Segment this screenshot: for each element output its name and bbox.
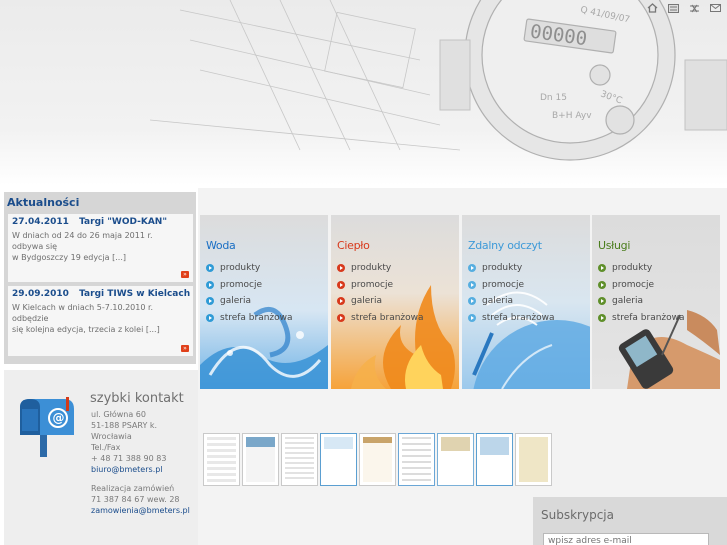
- news-text: W Kielcach w dniach 5-7.10.2010 r.: [12, 303, 154, 312]
- bullet-arrow-icon: [468, 264, 476, 273]
- certificate-thumbnail[interactable]: [203, 433, 240, 486]
- tile-link-strefa[interactable]: strefa branżowa: [598, 310, 685, 327]
- svg-text:@: @: [53, 411, 65, 425]
- tile-link-galeria[interactable]: galeria: [337, 293, 424, 310]
- news-date: 29.09.2010: [12, 289, 69, 299]
- certificate-thumbnail[interactable]: [398, 433, 435, 486]
- tile-title[interactable]: Ciepło: [337, 239, 370, 252]
- bullet-arrow-icon: [468, 297, 476, 306]
- bullet-arrow-icon: [598, 264, 606, 273]
- certificate-thumbnail[interactable]: [281, 433, 318, 486]
- news-item: 29.09.2010 Targi TIWS w Kielcach W Kielc…: [8, 286, 193, 356]
- tile-title[interactable]: Usługi: [598, 239, 630, 252]
- bullet-arrow-icon: [468, 313, 476, 322]
- bullet-arrow-icon: [598, 297, 606, 306]
- certificate-thumbnail[interactable]: [476, 433, 513, 486]
- bullet-arrow-icon: [206, 313, 214, 322]
- contact-details: ul. Główna 60 51-188 PSARY k. Wrocławia …: [91, 409, 190, 516]
- bullet-arrow-icon: [598, 280, 606, 289]
- bullet-arrow-icon: [598, 313, 606, 322]
- news-date: 27.04.2011: [12, 217, 69, 227]
- news-panel: Aktualności 27.04.2011 Targi "WOD-KAN" W…: [4, 192, 196, 364]
- phone-label: Tel./Fax: [91, 443, 121, 452]
- page: 00000 30°C Dn 15 B+H Ayv Q 41/09/07 Aktu…: [0, 0, 727, 545]
- tile-link-strefa[interactable]: strefa branżowa: [337, 310, 424, 327]
- tile-link-produkty[interactable]: produkty: [468, 260, 555, 277]
- mail-icon[interactable]: [709, 3, 721, 13]
- water-meter-illustration: 00000 30°C Dn 15 B+H Ayv Q 41/09/07: [149, 0, 727, 161]
- address-line: Wrocławia: [91, 432, 132, 441]
- bullet-arrow-icon: [337, 264, 345, 273]
- contact-title: szybki kontakt: [90, 391, 184, 406]
- certificate-thumbnail[interactable]: [359, 433, 396, 486]
- news-text: w Bydgoszczy 19 edycja [...]: [12, 253, 126, 262]
- tile-uslugi: Usługi produkty promocje galeria strefa …: [592, 215, 720, 389]
- tile-link-strefa[interactable]: strefa branżowa: [206, 310, 293, 327]
- subscribe-title: Subskrypcja: [541, 508, 614, 522]
- subscribe-email-input[interactable]: [543, 533, 709, 545]
- header-banner: 00000 30°C Dn 15 B+H Ayv Q 41/09/07: [0, 0, 727, 185]
- tile-zdalny-odczyt: Zdalny odczyt produkty promocje galeria …: [462, 215, 590, 389]
- tile-link-strefa[interactable]: strefa branżowa: [468, 310, 555, 327]
- language-icon[interactable]: [688, 3, 700, 13]
- tile-link-galeria[interactable]: galeria: [206, 293, 293, 310]
- certificate-thumbnail[interactable]: [242, 433, 279, 486]
- bullet-arrow-icon: [337, 313, 345, 322]
- tile-link-galeria[interactable]: galeria: [468, 293, 555, 310]
- news-title: Aktualności: [7, 196, 80, 209]
- address-line: ul. Główna 60: [91, 410, 146, 419]
- svg-text:Dn 15: Dn 15: [540, 93, 567, 103]
- top-icons: [646, 3, 721, 13]
- news-item: 27.04.2011 Targi "WOD-KAN" W dniach od 2…: [8, 214, 193, 282]
- tile-link-produkty[interactable]: produkty: [337, 260, 424, 277]
- read-more-arrow-icon[interactable]: »: [181, 271, 189, 278]
- news-title-link[interactable]: Targi TIWS w Kielcach: [79, 289, 190, 299]
- news-text: odbędzie: [12, 314, 49, 323]
- svg-text:B+H Ayv: B+H Ayv: [552, 111, 592, 121]
- bullet-arrow-icon: [206, 264, 214, 273]
- certificate-thumbnail[interactable]: [320, 433, 357, 486]
- bullet-arrow-icon: [206, 297, 214, 306]
- news-text: odbywa się: [12, 242, 58, 251]
- tile-cieplo: Ciepło produkty promocje galeria strefa …: [331, 215, 459, 389]
- bullet-arrow-icon: [337, 297, 345, 306]
- address-line: 51-188 PSARY k.: [91, 421, 158, 430]
- home-icon[interactable]: [646, 3, 658, 13]
- bullet-arrow-icon: [468, 280, 476, 289]
- tile-title[interactable]: Zdalny odczyt: [468, 239, 542, 252]
- news-text: się kolejna edycja, trzecia z kolei [...…: [12, 325, 160, 334]
- phone-number: + 48 71 388 90 83: [91, 454, 167, 463]
- tile-link-produkty[interactable]: produkty: [206, 260, 293, 277]
- tile-link-promocje[interactable]: promocje: [337, 277, 424, 294]
- quick-contact-panel: @ szybki kontakt ul. Główna 60 51-188 PS…: [4, 370, 198, 545]
- tile-link-produkty[interactable]: produkty: [598, 260, 685, 277]
- tile-link-promocje[interactable]: promocje: [206, 277, 293, 294]
- mailbox-icon: @: [20, 397, 74, 457]
- tile-woda: Woda produkty promocje galeria strefa br…: [200, 215, 328, 389]
- certificate-thumbnail[interactable]: [437, 433, 474, 486]
- sitemap-icon[interactable]: [667, 3, 679, 13]
- news-text: W dniach od 24 do 26 maja 2011 r.: [12, 231, 153, 240]
- bullet-arrow-icon: [337, 280, 345, 289]
- subscribe-panel: Subskrypcja: [533, 497, 727, 545]
- orders-label: Realizacja zamówień: [91, 484, 175, 493]
- orders-email-link[interactable]: zamowienia@bmeters.pl: [91, 505, 190, 516]
- tile-link-galeria[interactable]: galeria: [598, 293, 685, 310]
- read-more-arrow-icon[interactable]: »: [181, 345, 189, 352]
- bullet-arrow-icon: [206, 280, 214, 289]
- tile-link-promocje[interactable]: promocje: [468, 277, 555, 294]
- news-title-link[interactable]: Targi "WOD-KAN": [79, 217, 167, 227]
- tile-title[interactable]: Woda: [206, 239, 236, 252]
- certificate-thumbnail[interactable]: [515, 433, 552, 486]
- certificates-strip: [203, 433, 552, 486]
- orders-phone: 71 387 84 67 wew. 28: [91, 495, 180, 504]
- email-link[interactable]: biuro@bmeters.pl: [91, 464, 190, 475]
- tile-link-promocje[interactable]: promocje: [598, 277, 685, 294]
